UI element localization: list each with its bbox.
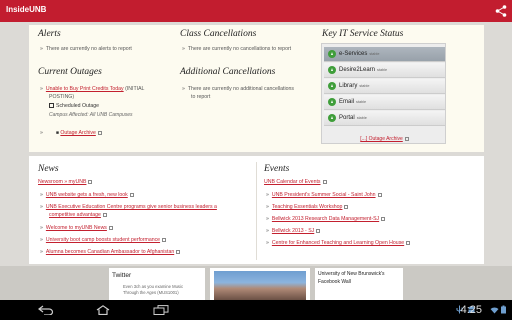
service-row-desire2learn[interactable]: Desire2Learn stable [324, 63, 445, 78]
share-icon[interactable] [494, 4, 508, 18]
facebook-title-cont: Facebook Wall [318, 279, 351, 285]
external-link-icon [316, 228, 321, 233]
it-status-heading: Key IT Service Status [322, 29, 404, 39]
external-link-icon [102, 212, 107, 217]
external-link-icon [129, 192, 134, 197]
external-link-icon [381, 216, 386, 221]
external-link-icon [176, 249, 181, 254]
external-link-icon [377, 192, 382, 197]
outage-campus: Campus Affected: All UNB Campuses [49, 112, 133, 118]
external-link-icon [97, 130, 102, 135]
news-item[interactable]: » Welcome to myUNB News [40, 225, 113, 233]
additional-cancellation-item-cont: to report [191, 94, 211, 100]
status-up-icon [328, 98, 336, 106]
it-service-list: e-Services stable Desire2Learn stable Libr… [321, 43, 446, 144]
battery-icon [501, 305, 506, 314]
events-heading: Events [264, 164, 290, 174]
external-link-icon [322, 179, 327, 184]
outage-link[interactable]: Unable to Buy Print Credits Today [46, 86, 124, 92]
external-link-icon [108, 225, 113, 230]
news-source[interactable]: Newsroom » myUNB [38, 179, 93, 187]
status-up-icon [328, 82, 336, 90]
external-link-icon [162, 237, 167, 242]
twitter-card[interactable]: Twitter Even 3ch as you examine Music Th… [109, 268, 205, 300]
additional-cancellations-heading: Additional Cancellations [180, 67, 276, 77]
service-row-library[interactable]: Library stable [324, 79, 445, 94]
status-up-icon [328, 114, 336, 122]
news-item[interactable]: » University boot camp boosts student per… [40, 237, 167, 245]
class-cancellation-item: » There are currently no cancellations to… [182, 46, 292, 52]
news-item[interactable]: » UNB website gets a fresh, new look [40, 192, 134, 200]
it-outage-archive[interactable]: [...] Outage Archive [322, 136, 447, 142]
alert-item: » There are currently no alerts to report [40, 46, 132, 52]
facebook-title: University of New Brunswick's [318, 271, 385, 277]
back-icon[interactable] [38, 305, 54, 315]
news-item-cont[interactable]: competitive advantage [49, 212, 107, 220]
alerts-heading: Alerts [38, 29, 61, 39]
status-up-icon [328, 50, 336, 58]
facebook-card[interactable]: University of New Brunswick's Facebook W… [315, 268, 403, 300]
system-nav-bar: 4:25 [0, 300, 512, 320]
event-item[interactable]: » UNB President's Summer Social - Saint J… [266, 192, 382, 200]
external-link-icon [406, 240, 411, 245]
outage-archive-row[interactable]: » ■ Outage Archive [40, 130, 102, 138]
news-item[interactable]: » Alumna becomes Canadian Ambassador to A… [40, 249, 181, 257]
wifi-icon [490, 307, 499, 314]
events-source[interactable]: UNB Calendar of Events [264, 179, 327, 187]
event-item[interactable]: » Centre for Enhanced Teaching and Learni… [266, 240, 411, 248]
app-bar: InsideUNB [0, 0, 512, 22]
outage-item-cont: POSTING) [49, 94, 75, 100]
external-link-icon [404, 136, 409, 141]
additional-cancellation-item: » There are currently no additional cance… [182, 86, 295, 92]
outage-archive-link[interactable]: Outage Archive [60, 130, 95, 136]
class-cancellations-heading: Class Cancellations [180, 29, 257, 39]
event-item[interactable]: » Bellwick 2013 - SJ [266, 228, 321, 236]
service-row-portal[interactable]: Portal stable [324, 111, 445, 126]
twitter-title: Twitter [112, 272, 132, 279]
event-item[interactable]: » Bellwick 2013 Research Data Management-… [266, 216, 386, 224]
current-outages-heading: Current Outages [38, 67, 102, 77]
app-title: InsideUNB [6, 5, 47, 14]
external-link-icon [344, 204, 349, 209]
news-item[interactable]: » UNB Executive Education Centre programs… [40, 204, 217, 212]
news-heading: News [38, 164, 59, 174]
scheduled-outage: Scheduled Outage [49, 103, 99, 111]
event-item[interactable]: » Teaching Essentials Workshop [266, 204, 349, 212]
group-photo [214, 271, 306, 300]
calendar-icon [49, 103, 54, 109]
external-link-icon [88, 179, 93, 184]
status-up-icon [328, 66, 336, 74]
clock: 4:25 [460, 304, 482, 316]
twitter-text-cont: Through the Ages (MUS1001) [123, 290, 179, 295]
outage-item[interactable]: » Unable to Buy Print Credits Today (INIT… [40, 86, 144, 94]
recent-apps-icon[interactable] [153, 305, 169, 315]
twitter-text: Even 3ch as you examine Music [123, 284, 184, 289]
service-row-email[interactable]: Email stable [324, 95, 445, 110]
photo-card[interactable] [210, 268, 310, 300]
column-divider [256, 162, 257, 260]
service-row-e-services[interactable]: e-Services stable [324, 47, 445, 62]
home-icon[interactable] [95, 305, 111, 315]
